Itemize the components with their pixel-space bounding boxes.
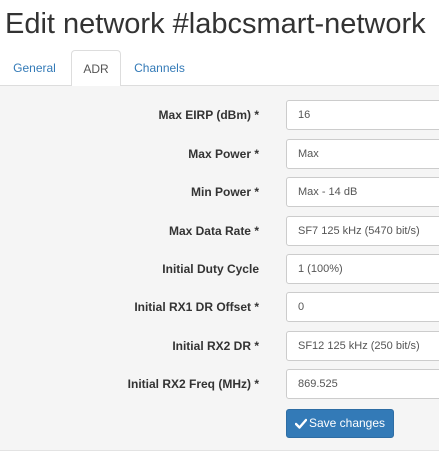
initial-rx2-dr-label: Initial RX2 DR * [172,339,259,353]
min-power-label: Min Power * [190,185,259,199]
max-data-rate-select[interactable]: SF7 125 kHz (5470 bit/s) [286,216,439,246]
initial-rx1-dr-offset-input[interactable]: 0 [286,292,439,322]
max-data-rate-label: Max Data Rate * [168,224,259,238]
form-row-initial-duty-cycle: Initial Duty Cycle 1 (100%) [0,254,439,284]
initial-rx2-freq-label: Initial RX2 Freq (MHz) * [127,377,259,391]
save-changes-button[interactable]: Save changes [286,409,394,438]
form-row-initial-rx1-dr-offset: Initial RX1 DR Offset * 0 [0,292,439,322]
max-power-label: Max Power * [188,147,259,161]
tab-bar: General ADR Channels [0,50,439,87]
form-row-max-power: Max Power * Max [0,139,439,169]
initial-duty-cycle-label: Initial Duty Cycle [162,262,259,276]
max-eirp-input[interactable]: 16 [286,100,439,130]
max-power-select[interactable]: Max [286,139,439,169]
tab-general[interactable]: General [0,50,69,86]
tab-channels[interactable]: Channels [123,50,196,86]
initial-rx1-dr-offset-label: Initial RX1 DR Offset * [134,300,259,314]
max-eirp-label: Max EIRP (dBm) * [158,108,259,122]
adr-form: Max EIRP (dBm) * 16 Max Power * Max Min … [0,86,439,451]
initial-duty-cycle-select[interactable]: 1 (100%) [286,254,439,284]
min-power-select[interactable]: Max - 14 dB [286,177,439,207]
check-icon [294,412,308,439]
form-row-max-eirp: Max EIRP (dBm) * 16 [0,100,439,130]
save-changes-label: Save changes [308,416,386,430]
tab-adr[interactable]: ADR [71,50,121,87]
form-row-max-data-rate: Max Data Rate * SF7 125 kHz (5470 bit/s) [0,216,439,246]
initial-rx2-freq-input[interactable]: 869.525 [286,369,439,399]
form-row-initial-rx2-freq: Initial RX2 Freq (MHz) * 869.525 [0,369,439,399]
initial-rx2-dr-select[interactable]: SF12 125 kHz (250 bit/s) [286,331,439,361]
page-title: Edit network #labcsmart-network [5,8,426,40]
form-row-initial-rx2-dr: Initial RX2 DR * SF12 125 kHz (250 bit/s… [0,331,439,361]
form-row-min-power: Min Power * Max - 14 dB [0,177,439,207]
